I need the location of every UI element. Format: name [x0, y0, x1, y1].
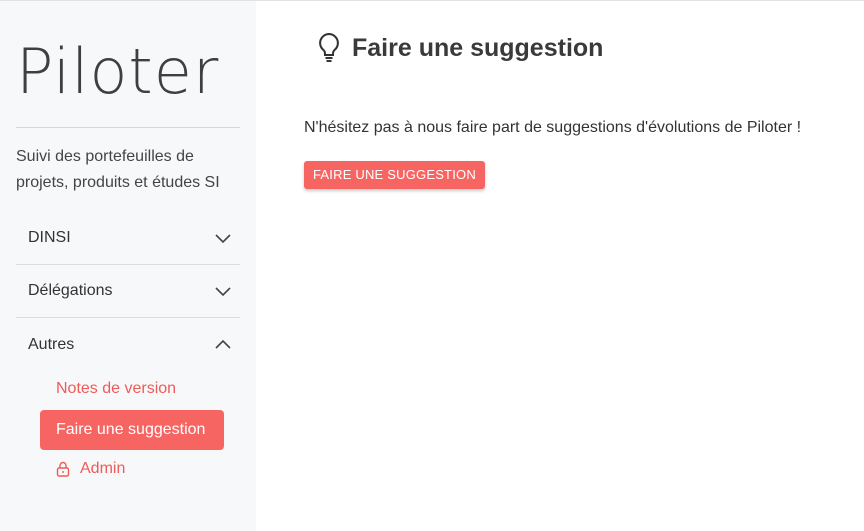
sidebar-item-label: DINSI	[28, 229, 71, 246]
divider	[16, 127, 240, 128]
app-tagline: Suivi des portefeuilles de projets, prod…	[16, 148, 220, 191]
sidebar-item-autres[interactable]: Autres	[16, 318, 240, 371]
sidebar-link-release-notes[interactable]: Notes de version	[40, 370, 230, 408]
page-title: Faire une suggestion	[352, 33, 604, 62]
sidebar-item-label: Autres	[28, 335, 75, 353]
sidebar-link-admin-label: Admin	[80, 460, 126, 477]
make-suggestion-button[interactable]: FAIRE UNE SUGGESTION	[304, 161, 485, 189]
sidebar-link-suggestion-active[interactable]: Faire une suggestion	[40, 410, 224, 450]
sidebar-item-delegations[interactable]: Délégations	[16, 265, 240, 318]
intro-text: N'hésitez pas à nous faire part de sugge…	[304, 119, 802, 136]
page-heading: Faire une suggestion	[316, 32, 603, 64]
sidebar-nav: DINSI Délégations Autres	[16, 212, 240, 371]
sidebar-subnav-autres: Notes de version Faire une suggestion Ad…	[40, 370, 230, 488]
chevron-up-icon	[215, 339, 231, 349]
chevron-down-icon	[215, 234, 231, 244]
lock-icon	[56, 461, 70, 477]
chevron-down-icon	[215, 287, 231, 297]
main-content: Faire une suggestion N'hésitez pas à nou…	[256, 1, 864, 531]
app-logo[interactable]: Piloter	[16, 37, 219, 107]
sidebar-item-label: Délégations	[28, 282, 113, 299]
sidebar: Piloter Suivi des portefeuilles de proje…	[0, 1, 256, 531]
sidebar-item-dinsi[interactable]: DINSI	[16, 212, 240, 265]
lightbulb-icon	[319, 32, 339, 62]
sidebar-link-admin[interactable]: Admin	[40, 450, 230, 488]
